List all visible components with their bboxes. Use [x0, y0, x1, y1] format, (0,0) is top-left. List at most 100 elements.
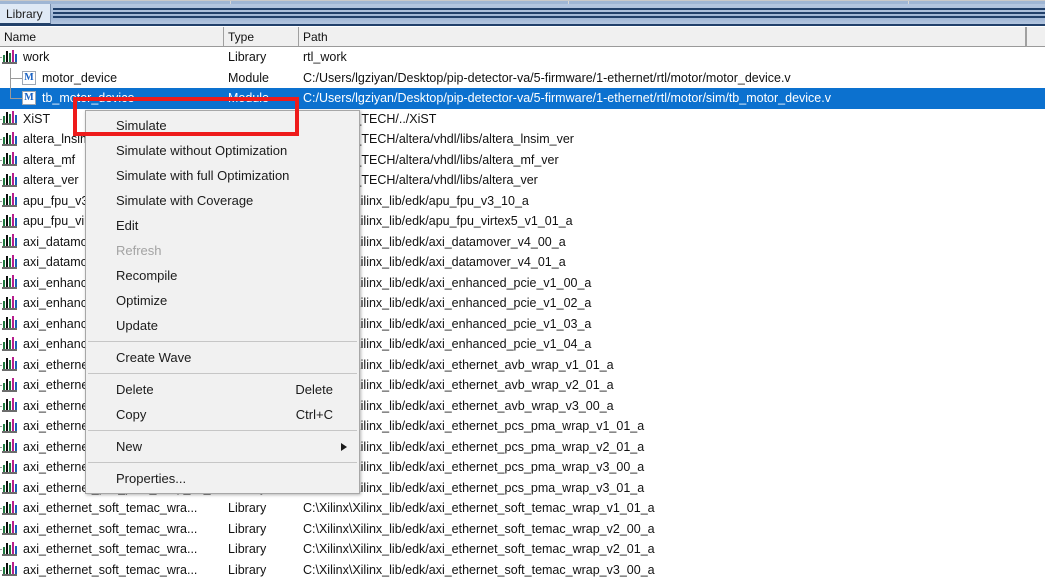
cell-name: Mmotor_device	[0, 67, 224, 88]
column-header-type[interactable]: Type	[224, 27, 299, 46]
table-row[interactable]: axi_ethernet_soft_temac_wra... Library C:\…	[0, 560, 1045, 581]
menu-item-simulate-with-coverage[interactable]: Simulate with Coverage	[86, 188, 359, 213]
table-row[interactable]: axi_ethernet_soft_temac_wra... Library C:\…	[0, 498, 1045, 519]
row-name-label: XiST	[23, 111, 51, 126]
library-icon	[2, 172, 17, 188]
cell-path: C:\Xilinx\Xilinx_lib/edk/axi_ethernet_so…	[303, 560, 1045, 581]
cell-type: Library	[228, 539, 300, 560]
cell-path: C:/Users/lgziyan/Desktop/pip-detector-va…	[303, 68, 1045, 89]
cell-path: C:\Xilinx\Xilinx_lib/edk/axi_enhanced_pc…	[303, 273, 1045, 294]
cell-path: rtl_work	[303, 47, 1045, 68]
table-row[interactable]: Mtb_motor_device Module C:/Users/lgziyan/D…	[0, 88, 1045, 109]
library-icon	[2, 541, 17, 557]
library-panel: Library Name Type Path work Library rtl_work…	[0, 0, 1045, 583]
menu-item-label: Delete	[116, 382, 154, 397]
menu-item-refresh: Refresh	[86, 238, 359, 263]
menu-item-update[interactable]: Update	[86, 313, 359, 338]
cell-path: C:\Xilinx\Xilinx_lib/edk/axi_enhanced_pc…	[303, 314, 1045, 335]
row-name-label: altera_ver	[23, 173, 79, 188]
cell-path: C:\Xilinx\Xilinx_lib/edk/axi_ethernet_pc…	[303, 416, 1045, 437]
cell-type: Library	[228, 560, 300, 581]
library-icon	[2, 459, 17, 475]
menu-separator	[88, 462, 357, 463]
menu-item-properties[interactable]: Properties...	[86, 466, 359, 491]
row-path-label: C:\Xilinx\Xilinx_lib/edk/axi_ethernet_so…	[303, 521, 655, 536]
table-row[interactable]: Mmotor_device Module C:/Users/lgziyan/Desk…	[0, 67, 1045, 89]
row-type-label: Library	[228, 50, 267, 65]
cell-path: $MODEL_TECH/altera/vhdl/libs/altera_mf_v…	[303, 150, 1045, 171]
table-row[interactable]: work Library rtl_work	[0, 47, 1045, 68]
row-type-label: Module	[228, 70, 269, 85]
cell-path: $MODEL_TECH/altera/vhdl/libs/altera_ver	[303, 170, 1045, 191]
menu-item-accelerator: Ctrl+C	[295, 407, 333, 422]
menu-item-create-wave[interactable]: Create Wave	[86, 345, 359, 370]
row-name-label: altera_lnsim	[23, 132, 91, 147]
menu-item-label: Create Wave	[116, 350, 192, 365]
column-header-label: Name	[4, 29, 37, 44]
row-type-label: Library	[228, 501, 267, 516]
cell-path: C:\Xilinx\Xilinx_lib/edk/axi_ethernet_so…	[303, 498, 1045, 519]
context-menu[interactable]: Simulate Simulate without Optimization Sim…	[85, 110, 360, 494]
library-icon	[2, 152, 17, 167]
cell-name: Mtb_motor_device	[0, 88, 224, 109]
column-header-path[interactable]: Path	[299, 27, 1026, 46]
cell-name: axi_ethernet_soft_temac_wra...	[0, 539, 224, 560]
cell-path: C:\Xilinx\Xilinx_lib/edk/axi_ethernet_pc…	[303, 437, 1045, 458]
library-icon	[2, 193, 17, 208]
panel-titlebar: Library	[0, 4, 1045, 26]
menu-item-simulate-without-optimization[interactable]: Simulate without Optimization	[86, 138, 359, 163]
menu-item-simulate[interactable]: Simulate	[86, 113, 359, 138]
library-icon	[2, 336, 17, 352]
menu-item-optimize[interactable]: Optimize	[86, 288, 359, 313]
module-icon: M	[22, 91, 36, 106]
cell-name: axi_ethernet_soft_temac_wra...	[0, 560, 224, 581]
menu-item-copy[interactable]: Copy Ctrl+C	[86, 402, 359, 427]
row-type-label: Library	[228, 562, 267, 577]
menu-item-label: New	[116, 439, 143, 454]
menu-item-edit[interactable]: Edit	[86, 213, 359, 238]
menu-item-label: Simulate without Optimization	[116, 143, 288, 158]
menu-item-simulate-with-full-optimization[interactable]: Simulate with full Optimization	[86, 163, 359, 188]
row-name-label: axi_ethernet_soft_temac_wra...	[23, 501, 198, 516]
row-type-label: Module	[228, 91, 269, 106]
row-name-label: motor_device	[42, 70, 118, 85]
menu-separator	[88, 341, 357, 342]
cell-type: Module	[228, 88, 300, 109]
library-icon	[2, 111, 17, 126]
menu-item-label: Properties...	[116, 471, 187, 486]
row-path-label: C:/Users/lgziyan/Desktop/pip-detector-va…	[303, 91, 831, 106]
library-icon	[2, 295, 17, 311]
menu-item-delete[interactable]: Delete Delete	[86, 377, 359, 402]
menu-item-label: Update	[116, 318, 158, 333]
row-name-label: axi_ethernet_soft_temac_wra...	[23, 542, 198, 557]
cell-path: C:\Xilinx\Xilinx_lib/edk/axi_datamover_v…	[303, 232, 1045, 253]
row-type-label: Library	[228, 542, 267, 557]
window-grip-icon[interactable]	[53, 8, 1045, 21]
menu-item-label: Edit	[116, 218, 139, 233]
cell-path: C:\Xilinx\Xilinx_lib/edk/axi_enhanced_pc…	[303, 334, 1045, 355]
menu-item-label: Refresh	[116, 243, 162, 258]
menu-item-new[interactable]: New	[86, 434, 359, 459]
menu-item-recompile[interactable]: Recompile	[86, 263, 359, 288]
library-icon	[2, 480, 17, 495]
menu-separator	[88, 430, 357, 431]
row-name-label: work	[23, 50, 50, 65]
cell-type: Library	[228, 47, 300, 68]
library-icon	[2, 377, 17, 393]
column-header-name[interactable]: Name	[0, 27, 224, 46]
table-row[interactable]: axi_ethernet_soft_temac_wra... Library C:\…	[0, 539, 1045, 560]
row-path-label: C:\Xilinx\Xilinx_lib/edk/axi_ethernet_so…	[303, 501, 655, 516]
library-icon	[2, 562, 17, 577]
cell-name: axi_ethernet_soft_temac_wra...	[0, 498, 224, 519]
menu-item-label: Recompile	[116, 268, 178, 283]
menu-item-label: Simulate	[116, 118, 167, 133]
cell-path: C:\Xilinx\Xilinx_lib/edk/axi_ethernet_pc…	[303, 478, 1045, 499]
column-header-row: Name Type Path	[0, 27, 1045, 47]
row-name-label: tb_motor_device	[42, 91, 135, 106]
library-tab[interactable]: Library	[0, 4, 51, 24]
table-row[interactable]: axi_ethernet_soft_temac_wra... Library C:\…	[0, 519, 1045, 540]
cell-path: C:/Users/lgziyan/Desktop/pip-detector-va…	[303, 88, 1045, 109]
library-icon	[2, 234, 17, 249]
row-type-label: Library	[228, 521, 267, 536]
module-icon: M	[22, 70, 36, 85]
